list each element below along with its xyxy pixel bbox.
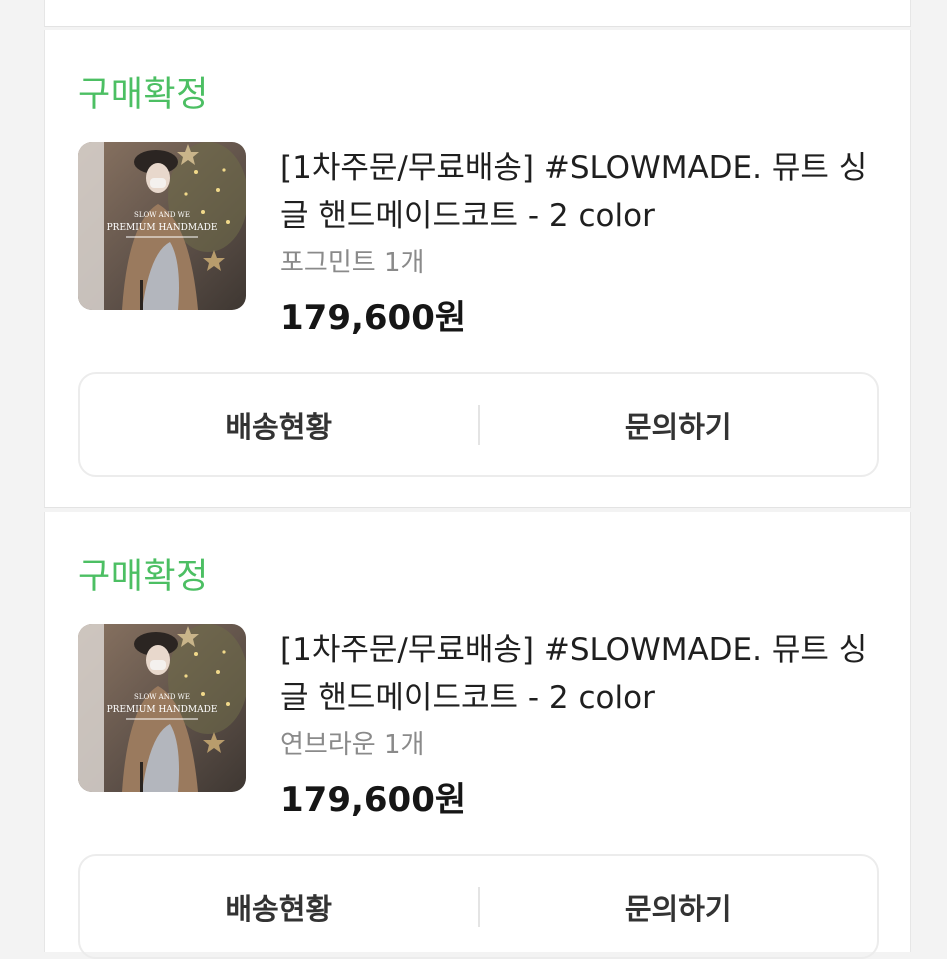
shipping-status-button[interactable]: 배송현황 — [80, 374, 478, 475]
thumb-brand-text: SLOW AND WE — [134, 693, 190, 701]
order-action-bar: 배송현황 문의하기 — [78, 854, 879, 959]
product-price: 179,600원 — [280, 780, 467, 820]
product-image: SLOW AND WE PREMIUM HANDMADE — [78, 142, 246, 310]
product-title[interactable]: [1차주문/무료배송] #SLOWMADE. 뮤트 싱글 핸드메이드코트 - 2… — [280, 144, 880, 240]
product-option: 연브라운 1개 — [280, 730, 425, 760]
thumb-tagline-text: PREMIUM HANDMADE — [107, 223, 218, 233]
shipping-status-button[interactable]: 배송현황 — [80, 856, 478, 957]
product-title[interactable]: [1차주문/무료배송] #SLOWMADE. 뮤트 싱글 핸드메이드코트 - 2… — [280, 626, 880, 722]
product-image: SLOW AND WE PREMIUM HANDMADE — [78, 624, 246, 792]
order-card: 구매확정 SLOW AND WE PREMIUM HANDMADE [1차주문/… — [44, 30, 911, 508]
product-thumbnail[interactable]: SLOW AND WE PREMIUM HANDMADE — [78, 624, 246, 792]
inquiry-button[interactable]: 문의하기 — [480, 374, 878, 475]
thumb-brand-text: SLOW AND WE — [134, 211, 190, 219]
product-option: 포그민트 1개 — [280, 248, 425, 278]
order-card: 구매확정 SLOW AND WE PREMIUM HANDMADE [1차주문/… — [44, 512, 911, 959]
inquiry-button[interactable]: 문의하기 — [480, 856, 878, 957]
product-price: 179,600원 — [280, 298, 467, 338]
thumb-tagline-text: PREMIUM HANDMADE — [107, 705, 218, 715]
order-status: 구매확정 — [78, 75, 209, 115]
order-status: 구매확정 — [78, 557, 209, 597]
previous-order-card — [44, 0, 911, 27]
product-thumbnail[interactable]: SLOW AND WE PREMIUM HANDMADE — [78, 142, 246, 310]
order-action-bar: 배송현황 문의하기 — [78, 372, 879, 477]
